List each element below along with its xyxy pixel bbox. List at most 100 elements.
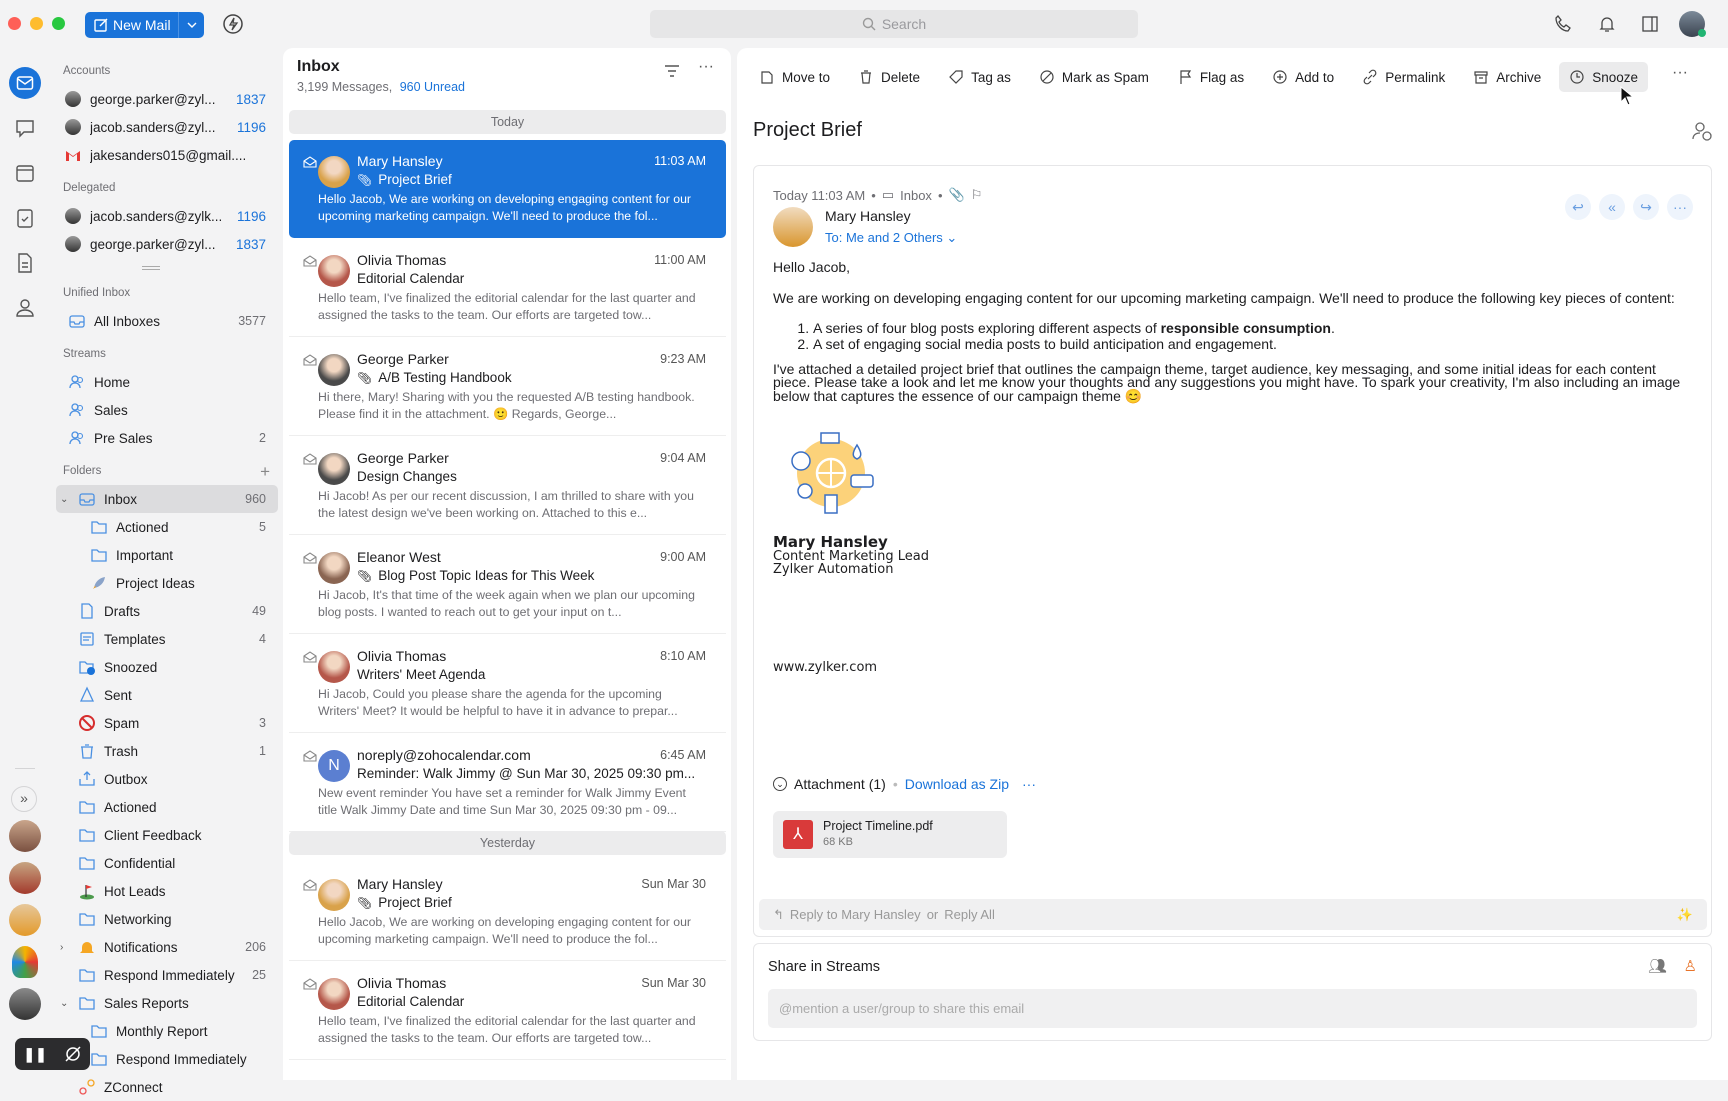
sidebar-folder[interactable]: Templates 4 — [56, 625, 278, 653]
toolbar-mark-as-spam-button[interactable]: Mark as Spam — [1029, 62, 1159, 92]
website-link[interactable]: www.zylker.com — [773, 661, 1693, 675]
mail-folder[interactable]: Inbox — [900, 188, 932, 203]
reply-button[interactable]: ↩ — [1565, 194, 1591, 220]
share-mention-input[interactable]: @mention a user/group to share this emai… — [768, 989, 1697, 1028]
toolbar-snooze-button[interactable]: Snooze — [1559, 62, 1649, 92]
share-user-icon[interactable] — [1691, 120, 1713, 142]
tasks-icon[interactable] — [13, 206, 37, 230]
reply-all-link[interactable]: Reply All — [944, 907, 995, 922]
toolbar-delete-button[interactable]: Delete — [848, 62, 930, 92]
message-more-button[interactable]: ··· — [1667, 194, 1693, 220]
toolbar-more-button[interactable]: ··· — [1672, 64, 1688, 82]
contact-avatar[interactable] — [9, 904, 41, 936]
new-mail-dropdown[interactable] — [178, 12, 204, 38]
sender-name[interactable]: Mary Hansley — [825, 208, 911, 224]
panel-icon[interactable] — [1640, 14, 1660, 34]
unread-link[interactable]: 960 Unread — [400, 80, 465, 94]
sidebar-folder[interactable]: ⌄ Inbox 960 — [56, 485, 278, 513]
pause-icon[interactable]: ❚❚ — [23, 1046, 46, 1063]
sidebar-item-stream[interactable]: Sales — [56, 396, 278, 424]
account-item[interactable]: george.parker@zyl... 1837 — [56, 230, 278, 258]
sidebar-folder[interactable]: Actioned 5 — [56, 513, 278, 541]
add-folder-button[interactable]: + — [260, 458, 270, 485]
account-item[interactable]: jacob.sanders@zylk... 1196 — [56, 202, 278, 230]
toolbar-add-to-button[interactable]: Add to — [1262, 62, 1344, 92]
rail-mail-button[interactable] — [9, 67, 41, 99]
new-mail-button[interactable]: New Mail — [85, 12, 204, 38]
reply-all-button[interactable]: « — [1599, 194, 1625, 220]
toolbar-archive-button[interactable]: Archive — [1463, 62, 1551, 92]
notes-icon[interactable] — [13, 251, 37, 275]
calendar-icon[interactable] — [13, 161, 37, 185]
minimize-window-button[interactable] — [30, 17, 43, 30]
envelope-icon[interactable] — [303, 750, 317, 762]
attachment-more-button[interactable]: ··· — [1022, 776, 1036, 792]
bulb-avatar[interactable] — [12, 946, 38, 978]
sidebar-folder[interactable]: Confidential — [56, 849, 278, 877]
ai-sparkle-icon[interactable]: ✨ — [1677, 907, 1693, 923]
contact-avatar[interactable] — [9, 820, 41, 852]
maximize-window-button[interactable] — [52, 17, 65, 30]
close-window-button[interactable] — [8, 17, 21, 30]
sidebar-folder[interactable]: › Notifications 206 — [56, 933, 278, 961]
chat-icon[interactable] — [13, 116, 37, 140]
mail-list-item[interactable]: George Parker 9:23 AM 📎︎ A/B Testing Hand… — [289, 338, 726, 436]
account-item[interactable]: george.parker@zyl... 1837 — [56, 85, 278, 113]
sidebar-folder[interactable]: Client Feedback — [56, 821, 278, 849]
sidebar-folder[interactable]: Hot Leads — [56, 877, 278, 905]
sidebar-folder[interactable]: ⌄ Sales Reports — [56, 989, 278, 1017]
envelope-icon[interactable] — [303, 255, 317, 267]
sidebar-folder[interactable]: Snoozed — [56, 653, 278, 681]
sidebar-folder[interactable]: Trash 1 — [56, 737, 278, 765]
filter-icon[interactable] — [664, 64, 680, 78]
mail-list-item[interactable]: George Parker 9:04 AM Design Changes Hi … — [289, 437, 726, 535]
mail-list-item[interactable]: Eleanor West 9:00 AM 📎︎ Blog Post Topic I… — [289, 536, 726, 634]
toolbar-tag-as-button[interactable]: Tag as — [938, 62, 1021, 92]
flag-icon[interactable]: ⚐ — [971, 187, 983, 203]
download-zip-link[interactable]: Download as Zip — [905, 776, 1009, 792]
sidebar-item-all-inboxes[interactable]: All Inboxes 3577 — [56, 307, 278, 335]
envelope-icon[interactable] — [303, 156, 317, 168]
bell-icon[interactable] — [1597, 14, 1617, 34]
attachment-file[interactable]: ⅄ Project Timeline.pdf 68 KB — [773, 811, 1007, 858]
envelope-icon[interactable] — [303, 978, 317, 990]
sidebar-item-stream[interactable]: Pre Sales 2 — [56, 424, 278, 452]
mail-list-item[interactable]: Mary Hansley 11:03 AM 📎︎ Project Brief He… — [289, 140, 726, 238]
recipients-toggle[interactable]: To: Me and 2 Others ⌄ — [825, 230, 957, 246]
quick-reply-bar[interactable]: ↰ Reply to Mary Hansley or Reply All ✨ — [759, 899, 1707, 930]
envelope-icon[interactable] — [303, 354, 317, 366]
contact-avatar[interactable] — [9, 862, 41, 894]
sidebar-folder[interactable]: Respond Immediately — [56, 1045, 278, 1073]
envelope-icon[interactable] — [303, 879, 317, 891]
envelope-icon[interactable] — [303, 651, 317, 663]
sidebar-folder[interactable]: Drafts 49 — [56, 597, 278, 625]
sidebar-folder[interactable]: Respond Immediately 25 — [56, 961, 278, 989]
contacts-icon[interactable] — [13, 296, 37, 320]
sidebar-folder[interactable]: Actioned — [56, 793, 278, 821]
resize-handle[interactable] — [56, 258, 278, 280]
sidebar-folder[interactable]: Spam 3 — [56, 709, 278, 737]
expand-rail-button[interactable]: » — [11, 786, 37, 812]
toolbar-flag-as-button[interactable]: Flag as — [1167, 62, 1254, 92]
toolbar-move-to-button[interactable]: Move to — [749, 62, 840, 92]
mail-list-item[interactable]: N noreply@zohocalendar.com 6:45 AM Remin… — [289, 734, 726, 832]
chevron-down-icon[interactable]: ⌄ — [60, 494, 68, 505]
sidebar-folder[interactable]: Sent — [56, 681, 278, 709]
sidebar-folder[interactable]: ZConnect — [56, 1073, 278, 1101]
collapse-icon[interactable]: ⌄ — [773, 777, 787, 791]
mail-list-item[interactable]: Olivia Thomas Sun Mar 30 Editorial Calen… — [289, 962, 726, 1060]
sidebar-folder[interactable]: Outbox — [56, 765, 278, 793]
envelope-icon[interactable] — [303, 552, 317, 564]
forward-button[interactable]: ↪ — [1633, 194, 1659, 220]
reply-to-link[interactable]: Reply to Mary Hansley — [790, 907, 921, 922]
chevron-down-icon[interactable]: ⌄ — [60, 998, 68, 1009]
envelope-icon[interactable] — [303, 453, 317, 465]
toolbar-permalink-button[interactable]: Permalink — [1352, 62, 1455, 92]
user-check-icon[interactable]: ♙ — [1684, 957, 1697, 975]
contact-avatar[interactable] — [9, 988, 41, 1020]
sidebar-folder[interactable]: Project Ideas — [56, 569, 278, 597]
mail-list-item[interactable]: Olivia Thomas 11:00 AM Editorial Calenda… — [289, 239, 726, 337]
mail-list-item[interactable]: Mary Hansley Sun Mar 30 📎︎ Project Brief … — [289, 863, 726, 961]
chevron-right-icon[interactable]: › — [60, 942, 63, 953]
sidebar-item-stream[interactable]: Home — [56, 368, 278, 396]
